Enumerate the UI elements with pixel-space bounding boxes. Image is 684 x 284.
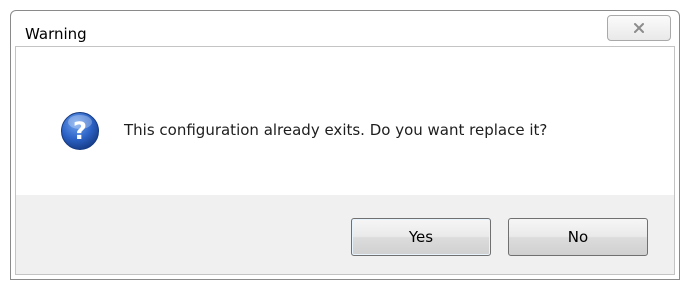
question-icon: ? bbox=[61, 112, 99, 150]
button-bar: Yes No bbox=[16, 195, 674, 274]
close-button[interactable] bbox=[607, 15, 671, 41]
dialog-title: Warning bbox=[25, 25, 87, 43]
title-bar[interactable]: Warning bbox=[11, 11, 679, 51]
svg-text:?: ? bbox=[73, 117, 87, 145]
yes-button[interactable]: Yes bbox=[351, 218, 491, 256]
message-area: ? This configuration already exits. Do y… bbox=[16, 47, 674, 195]
warning-dialog: Warning ? This configuration already exi… bbox=[10, 10, 680, 280]
message-text: This configuration already exits. Do you… bbox=[124, 121, 548, 139]
dialog-content: ? This configuration already exits. Do y… bbox=[15, 46, 675, 275]
close-icon bbox=[634, 23, 644, 33]
no-button[interactable]: No bbox=[508, 218, 648, 256]
